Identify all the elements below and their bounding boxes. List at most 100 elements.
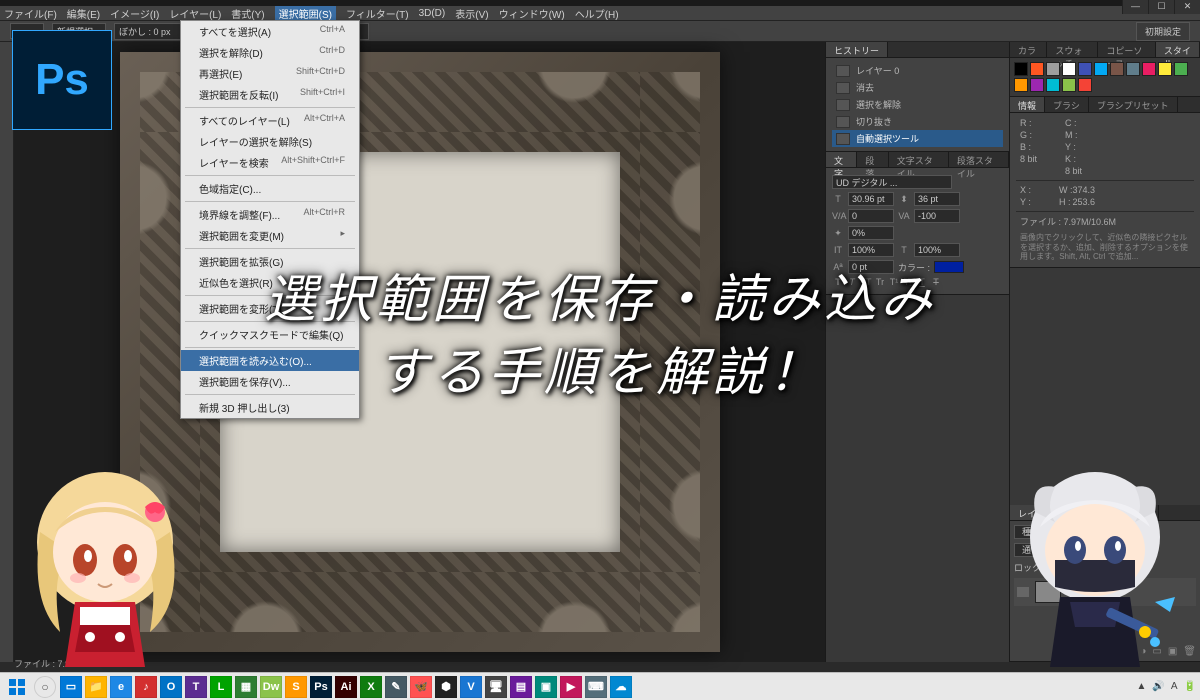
menu-8[interactable]: 表示(V): [455, 6, 488, 21]
hscale-input[interactable]: [848, 243, 894, 257]
maximize-button[interactable]: ☐: [1148, 0, 1174, 14]
menu-5[interactable]: 選択範囲(S): [275, 6, 336, 21]
taskbar-app-icon[interactable]: L: [210, 676, 232, 698]
tab[interactable]: ブラシ: [1045, 97, 1089, 112]
menu-item[interactable]: 色域指定(C)...: [181, 178, 359, 199]
taskbar-app-icon[interactable]: S: [285, 676, 307, 698]
taskbar-app-icon[interactable]: V: [460, 676, 482, 698]
tray-icon[interactable]: 🔊: [1152, 681, 1164, 692]
menu-item[interactable]: 近似色を選択(R): [181, 272, 359, 293]
menu-9[interactable]: ウィンドウ(W): [499, 6, 565, 21]
tab[interactable]: スウォッチ: [1047, 42, 1098, 57]
style-swatch[interactable]: [1078, 62, 1092, 76]
style-swatch[interactable]: [1174, 62, 1188, 76]
taskbar-app-icon[interactable]: ▤: [510, 676, 532, 698]
taskbar-app-icon[interactable]: ▭: [60, 676, 82, 698]
taskbar-app-icon[interactable]: 🖥: [485, 676, 507, 698]
menu-item[interactable]: 境界線を調整(F)...Alt+Ctrl+R: [181, 204, 359, 225]
menu-item[interactable]: すべてを選択(A)Ctrl+A: [181, 21, 359, 42]
baseline-input[interactable]: [914, 243, 960, 257]
taskbar-app-icon[interactable]: ⌨: [585, 676, 607, 698]
history-item[interactable]: レイヤー 0: [832, 62, 1003, 79]
style-swatch[interactable]: [1158, 62, 1172, 76]
tab[interactable]: カラー: [1010, 42, 1047, 57]
tab[interactable]: 段落スタイル: [949, 152, 1009, 167]
style-swatch[interactable]: [1030, 78, 1044, 92]
font-size-input[interactable]: [848, 192, 894, 206]
taskbar-app-icon[interactable]: X: [360, 676, 382, 698]
style-swatch[interactable]: [1126, 62, 1140, 76]
tab[interactable]: ブラシプリセット: [1089, 97, 1178, 112]
taskbar-app-icon[interactable]: ▦: [235, 676, 257, 698]
taskbar-app-icon[interactable]: O: [160, 676, 182, 698]
menu-item[interactable]: 再選択(E)Shift+Ctrl+D: [181, 63, 359, 84]
taskbar-app-icon[interactable]: ▣: [535, 676, 557, 698]
text-color-swatch[interactable]: [934, 261, 964, 273]
kerning-input[interactable]: [848, 209, 894, 223]
style-swatch[interactable]: [1030, 62, 1044, 76]
menu-item[interactable]: レイヤーの選択を解除(S): [181, 131, 359, 152]
menu-item[interactable]: 選択範囲を読み込む(O)...: [181, 350, 359, 371]
font-family-select[interactable]: [832, 175, 952, 189]
menu-item[interactable]: レイヤーを検索Alt+Shift+Ctrl+F: [181, 152, 359, 173]
tab[interactable]: 文字スタイル: [889, 152, 949, 167]
menu-item[interactable]: 選択範囲を保存(V)...: [181, 371, 359, 392]
menu-item[interactable]: クイックマスクモードで編集(Q): [181, 324, 359, 345]
style-swatch[interactable]: [1062, 62, 1076, 76]
taskbar-app-icon[interactable]: Dw: [260, 676, 282, 698]
tab[interactable]: コピーソース: [1098, 42, 1155, 57]
style-swatch[interactable]: [1062, 78, 1076, 92]
menu-item[interactable]: 選択範囲を変形(T): [181, 298, 359, 319]
taskbar-app-icon[interactable]: e: [110, 676, 132, 698]
menu-item[interactable]: 新規 3D 押し出し(3): [181, 397, 359, 418]
options-feather[interactable]: ぼかし : 0 px: [114, 23, 184, 40]
menu-6[interactable]: フィルター(T): [346, 6, 409, 21]
tray-icon[interactable]: ▲: [1137, 681, 1147, 692]
menu-item[interactable]: 選択範囲を変更(M)▸: [181, 225, 359, 246]
taskbar-app-icon[interactable]: T: [185, 676, 207, 698]
leading-input[interactable]: [914, 192, 960, 206]
style-swatch[interactable]: [1014, 78, 1028, 92]
style-swatch[interactable]: [1094, 62, 1108, 76]
history-item[interactable]: 選択を解除: [832, 96, 1003, 113]
workspace-preset-button[interactable]: 初期設定: [1136, 22, 1190, 41]
taskbar-app-icon[interactable]: ⬢: [435, 676, 457, 698]
search-button[interactable]: ○: [34, 676, 56, 698]
taskbar-app-icon[interactable]: Ps: [310, 676, 332, 698]
menu-item[interactable]: 選択を解除(D)Ctrl+D: [181, 42, 359, 63]
tab[interactable]: 段落: [857, 152, 888, 167]
menu-10[interactable]: ヘルプ(H): [575, 6, 619, 21]
close-button[interactable]: ✕: [1174, 0, 1200, 14]
menu-item[interactable]: 選択範囲を拡張(G): [181, 251, 359, 272]
style-swatch[interactable]: [1142, 62, 1156, 76]
tray-icon[interactable]: A: [1171, 681, 1178, 692]
taskbar-app-icon[interactable]: ☁: [610, 676, 632, 698]
minimize-button[interactable]: —: [1122, 0, 1148, 14]
tab-history[interactable]: ヒストリー: [826, 42, 888, 57]
baselineshift-input[interactable]: [848, 260, 894, 274]
menu-3[interactable]: レイヤー(L): [169, 6, 221, 21]
taskbar-app-icon[interactable]: ▶: [560, 676, 582, 698]
menu-item[interactable]: 選択範囲を反転(I)Shift+Ctrl+I: [181, 84, 359, 105]
menu-item[interactable]: すべてのレイヤー(L)Alt+Ctrl+A: [181, 110, 359, 131]
vscale-input[interactable]: [848, 226, 894, 240]
taskbar-app-icon[interactable]: 📁: [85, 676, 107, 698]
history-item[interactable]: 自動選択ツール: [832, 130, 1003, 147]
history-item[interactable]: 切り抜き: [832, 113, 1003, 130]
start-button[interactable]: [4, 676, 30, 698]
menu-7[interactable]: 3D(D): [419, 8, 446, 19]
history-item[interactable]: 消去: [832, 79, 1003, 96]
menu-4[interactable]: 書式(Y): [231, 6, 264, 21]
tracking-input[interactable]: [914, 209, 960, 223]
tab[interactable]: 文字: [826, 152, 857, 167]
style-swatch[interactable]: [1078, 78, 1092, 92]
menu-0[interactable]: ファイル(F): [4, 6, 57, 21]
tab[interactable]: 情報: [1010, 97, 1045, 112]
style-swatch[interactable]: [1014, 62, 1028, 76]
menu-2[interactable]: イメージ(I): [110, 6, 159, 21]
taskbar-app-icon[interactable]: ✎: [385, 676, 407, 698]
tray-icon[interactable]: 🔋: [1184, 681, 1196, 692]
style-swatch[interactable]: [1046, 78, 1060, 92]
style-swatch[interactable]: [1046, 62, 1060, 76]
taskbar-app-icon[interactable]: Ai: [335, 676, 357, 698]
